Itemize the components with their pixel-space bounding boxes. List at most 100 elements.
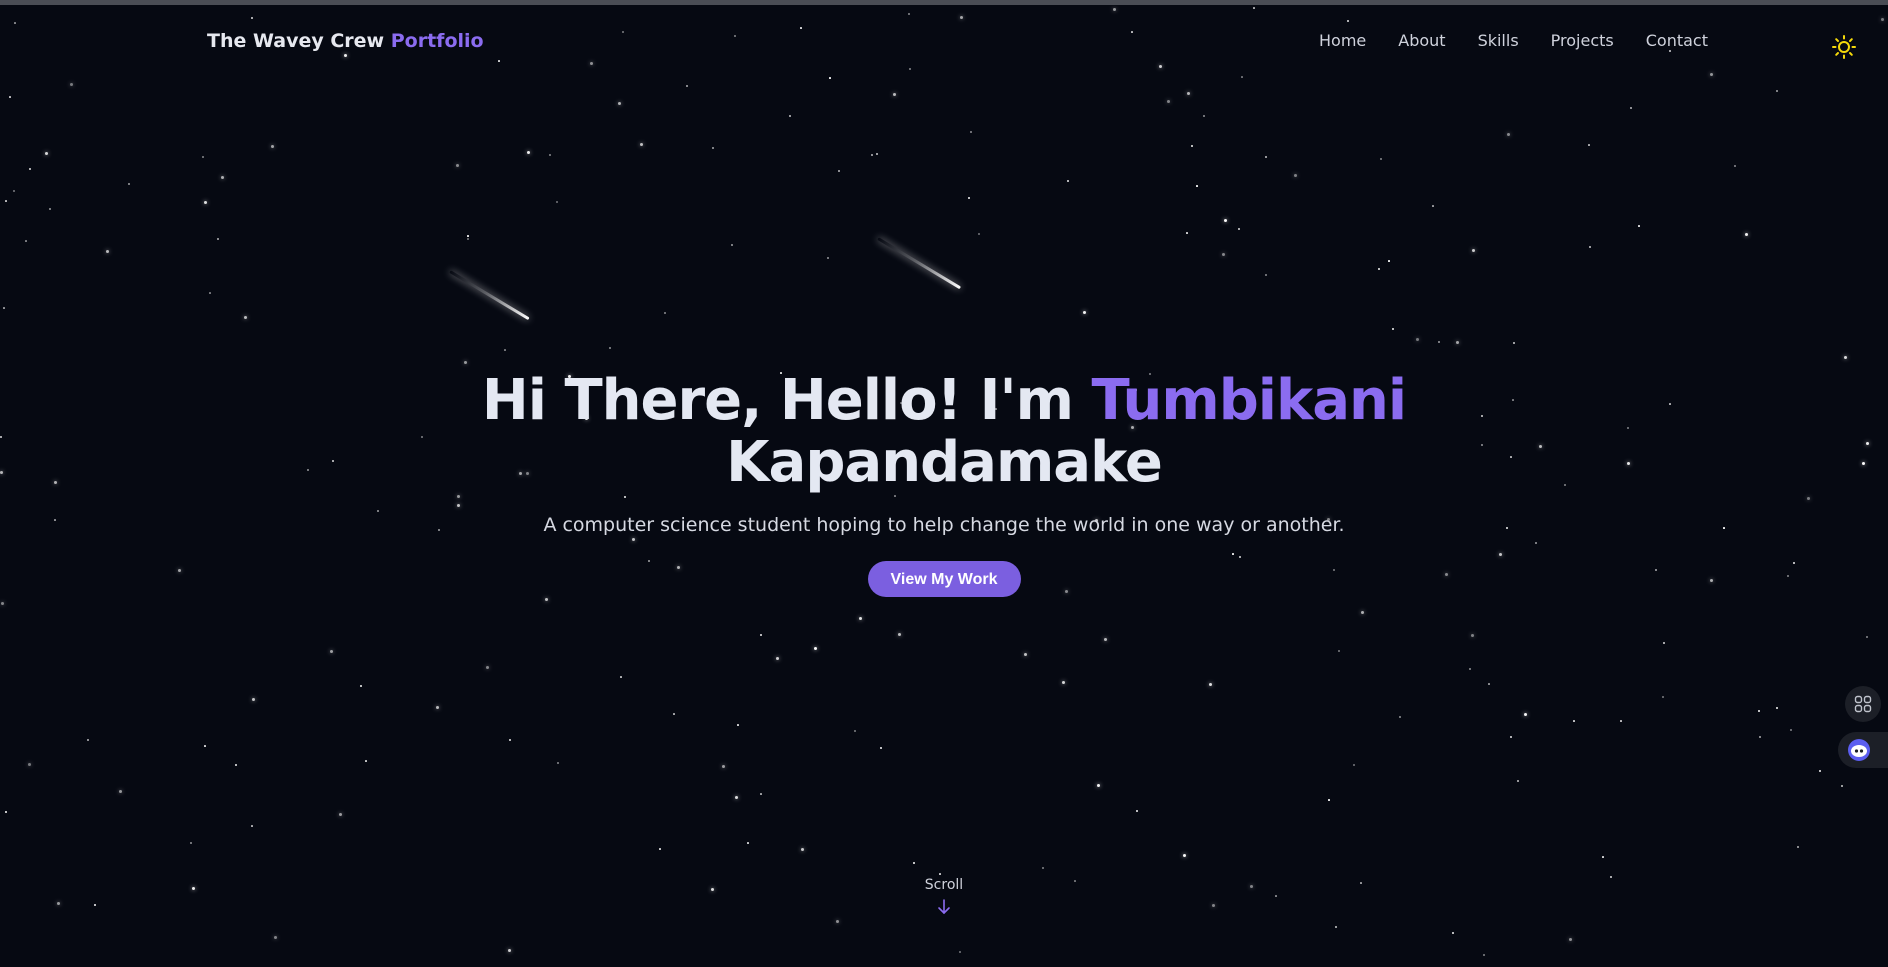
nav-link-home[interactable]: Home	[1319, 31, 1366, 50]
star	[1759, 736, 1761, 738]
star	[1513, 342, 1515, 344]
star	[456, 164, 459, 167]
star	[252, 698, 255, 701]
star	[1602, 856, 1604, 858]
star	[274, 936, 277, 939]
star	[1734, 165, 1736, 167]
star	[1790, 729, 1792, 731]
star	[204, 201, 207, 204]
star	[609, 347, 611, 349]
star	[1638, 225, 1640, 227]
star	[1196, 185, 1198, 187]
star	[836, 920, 839, 923]
star	[659, 848, 661, 850]
star	[1776, 90, 1778, 92]
star	[1062, 681, 1065, 684]
star	[1191, 145, 1193, 147]
star	[504, 349, 506, 351]
navbar: The Wavey Crew Portfolio Home About Skil…	[0, 5, 1888, 81]
arrow-down-icon	[938, 899, 950, 914]
star	[838, 170, 840, 172]
nav-link-skills[interactable]: Skills	[1478, 31, 1519, 50]
star	[1294, 174, 1297, 177]
star	[557, 762, 559, 764]
star	[1797, 846, 1799, 848]
star	[1620, 720, 1622, 722]
star	[1483, 954, 1485, 956]
star	[1452, 932, 1454, 934]
star	[686, 85, 688, 87]
site-logo[interactable]: The Wavey Crew Portfolio	[207, 30, 484, 52]
star	[735, 796, 738, 799]
star	[760, 634, 762, 636]
star	[722, 765, 725, 768]
scroll-indicator[interactable]: Scroll	[0, 877, 1888, 915]
star	[789, 115, 791, 117]
theme-toggle-button[interactable]	[1831, 34, 1857, 60]
star	[1662, 696, 1664, 698]
assistant-widget-button[interactable]	[1838, 732, 1888, 768]
star	[1392, 328, 1394, 330]
star	[959, 951, 961, 953]
star	[1589, 246, 1591, 248]
star	[221, 176, 224, 179]
brand-name: The Wavey Crew	[207, 30, 385, 52]
star	[244, 316, 247, 319]
star	[235, 764, 237, 766]
hero-first-name: Tumbikani	[1091, 368, 1407, 433]
star	[1136, 810, 1138, 812]
star	[1, 602, 4, 605]
star	[1265, 274, 1267, 276]
nav-link-contact[interactable]: Contact	[1646, 31, 1708, 50]
star	[128, 183, 130, 185]
star	[1203, 115, 1205, 117]
star	[217, 238, 219, 240]
star	[640, 143, 643, 146]
star	[1469, 668, 1471, 670]
hero-section: Hi There, Hello! I'm Tumbikani Kapandama…	[0, 370, 1888, 597]
star	[1224, 219, 1227, 222]
star	[467, 235, 469, 237]
star	[13, 190, 15, 192]
star	[1588, 144, 1590, 146]
star	[330, 650, 333, 653]
hero-last-name: Kapandamake	[726, 430, 1163, 495]
view-my-work-button[interactable]: View My Work	[867, 561, 1021, 597]
star	[893, 93, 896, 96]
hero-subtitle: A computer science student hoping to hel…	[543, 514, 1345, 536]
star	[673, 713, 675, 715]
star	[486, 666, 489, 669]
star	[1186, 232, 1188, 234]
star	[620, 676, 622, 678]
star	[776, 657, 779, 660]
star	[1338, 650, 1340, 652]
star	[202, 156, 204, 158]
star	[1758, 710, 1760, 712]
star	[251, 825, 253, 827]
star	[871, 154, 873, 156]
nav-link-about[interactable]: About	[1398, 31, 1445, 50]
star	[1167, 100, 1170, 103]
star	[209, 292, 211, 294]
star	[3, 307, 5, 309]
star	[467, 238, 469, 240]
star	[436, 706, 439, 709]
star	[898, 633, 901, 636]
star	[87, 739, 89, 741]
apps-grid-icon	[1854, 695, 1872, 713]
star	[204, 745, 206, 747]
star	[365, 760, 367, 762]
star	[968, 197, 970, 199]
star	[119, 790, 122, 793]
nav-link-projects[interactable]: Projects	[1551, 31, 1614, 50]
apps-widget-button[interactable]	[1845, 686, 1881, 722]
star	[1361, 611, 1364, 614]
star	[1819, 770, 1821, 772]
main-nav: Home About Skills Projects Contact	[1319, 31, 1708, 50]
star	[1471, 634, 1474, 637]
star	[1380, 158, 1382, 160]
star	[747, 842, 749, 844]
star	[509, 739, 511, 741]
star	[618, 102, 621, 105]
star	[1104, 638, 1107, 641]
